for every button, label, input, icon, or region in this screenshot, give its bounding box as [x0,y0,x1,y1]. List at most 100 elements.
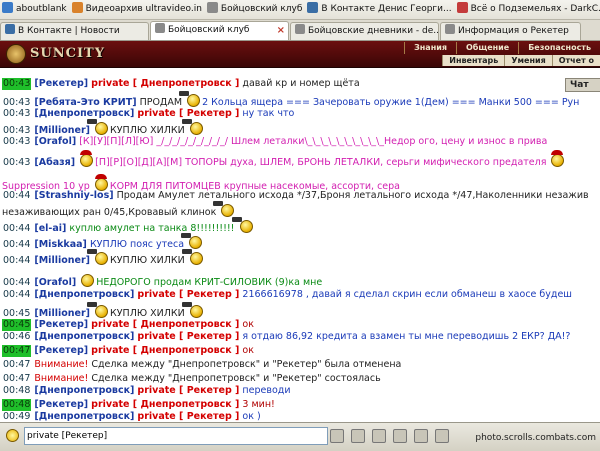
sound-icon[interactable] [435,429,449,443]
chat-timestamp[interactable]: 00:46 [2,331,31,343]
chat-tab[interactable]: Чат [565,78,600,92]
chat-line: 00:43 [Рекетер] private [ Днепропетровск … [2,78,360,90]
private-tag[interactable]: private [ Днепропетровск ] [91,78,239,89]
chat-input[interactable]: private [Рекетер] [24,427,328,445]
chat-message: Сделка между "Днепропетровск" и "Рекетер… [91,373,381,384]
browser-tab[interactable]: Бойцовский клуб × [150,21,289,40]
chat-nick[interactable]: [Ребята-Это КРИТ] [34,97,136,108]
private-tag[interactable]: private [ Днепропетровск ] [91,399,239,410]
suncity-logo[interactable]: SUNCITY [4,43,124,65]
chat-nick[interactable]: [Strashniy-los] [34,190,113,201]
chat-timestamp[interactable]: 00:45 [2,319,32,331]
chat-message: ок ) [242,411,261,422]
close-tab-icon[interactable]: × [277,22,285,39]
chat-line: 00:47 Внимание! Сделка между "Днепропетро… [2,373,381,385]
chat-timestamp[interactable]: 00:44 [2,239,31,251]
chat-nick[interactable]: [Рекетер] [34,345,88,356]
smiley-icon [81,274,95,287]
private-tag[interactable]: private [ Днепропетровск ] [91,319,239,330]
logo-text: SUNCITY [30,46,105,61]
chat-timestamp[interactable]: 00:48 [2,399,32,411]
private-tag[interactable]: private [ Рекетер ] [137,108,239,119]
browser-tab[interactable]: В Контакте | Новости [0,22,149,40]
chat-timestamp[interactable]: 00:43 [2,78,32,90]
chat-nick[interactable]: [Millioner] [34,308,90,319]
chat-nick[interactable]: [Днепропетровск] [34,108,134,119]
chat-line: 00:44 [Orafol] НЕДОРОГО продам КРИТ-СИЛОВ… [2,274,322,289]
browser-tab[interactable]: Информация о Рекетер [440,22,581,40]
chat-message: давай кр и номер щёта [242,78,360,89]
chat-nick[interactable]: [Рекетер] [34,399,88,410]
chat-nick[interactable]: [Orafol] [34,277,76,288]
clear-icon[interactable] [351,429,365,443]
bookmark-label: Бойцовский клуб [220,4,303,14]
bookmark-item[interactable]: aboutblank [0,0,70,19]
chat-timestamp[interactable]: 00:48 [2,385,31,397]
menu-item[interactable]: Безопасность [518,42,600,54]
chat-timestamp[interactable]: 00:44 [2,223,31,235]
chat-line: 00:43 [Ребята-Это КРИТ] ПРОДАМ 2 Кольца я… [2,91,580,109]
smiley-icon [87,302,109,318]
private-tag[interactable]: private [ Рекетер ] [137,411,239,422]
menu-item[interactable]: Общение [455,42,518,54]
chat-nick[interactable]: [Днепропетровск] [34,331,134,342]
tab-bar: В Контакте | Новости Бойцовский клуб × Бойц… [0,20,600,41]
chat-timestamp[interactable]: 00:43 [2,136,31,148]
chat-line: 00:48 [Рекетер] private [ Днепропетровск … [2,399,275,411]
menu-item[interactable]: Инвентарь [442,55,504,66]
menu-item[interactable]: Отчет о [551,55,600,66]
private-tag[interactable]: private [ Рекетер ] [137,331,239,342]
chat-nick[interactable]: [Абазя] [34,157,75,168]
chat-nick[interactable]: [Millioner] [34,125,90,136]
chat-timestamp[interactable]: 00:43 [2,157,31,169]
chat-nick[interactable]: [Рекетер] [34,78,88,89]
filter-icon[interactable] [393,429,407,443]
bookmark-item[interactable]: Видеоархив ultravideo.in [70,0,205,19]
chat-nick[interactable]: [Millioner] [34,255,90,266]
chat-message: [П][Р][О][Д][А][М] ТОПОРЫ духа, ШЛЕМ, БР… [95,157,547,168]
bookmark-item[interactable]: Бойцовский клуб [205,0,305,19]
chat-message: КУПЛЮ пояс утеса [89,239,185,250]
bookmark-item[interactable]: Всё о Подземельях - DarkC... [455,0,600,19]
chat-nick[interactable]: [Днепропетровск] [34,289,134,300]
chat-timestamp[interactable]: 00:44 [2,277,31,289]
logo-emblem-icon [6,44,26,64]
chat-timestamp[interactable]: 00:44 [2,255,31,267]
private-tag[interactable]: private [ Рекетер ] [137,289,239,300]
chat-message: КУПЛЮ ХИЛКИ [110,308,185,319]
menu-item[interactable]: Знания [404,42,456,54]
chat-panel: Чат 00:43 [Рекетер] private [ Днепропетро… [0,68,600,422]
chat-timestamp[interactable]: 00:44 [2,190,31,202]
chat-message: [К][У][П][Л][Ю] _/_/_/_/_/_/_/_/_/ Шлем … [79,136,548,147]
chat-line: 00:45 [Millioner] КУПЛЮ ХИЛКИ [2,302,205,320]
chat-message: 2 Кольца ящера === Зачеровать оружие 1(Д… [202,97,580,108]
private-icon[interactable] [372,429,386,443]
smiley-icon [181,302,203,318]
bookmark-label: В Контакте Денис Георги... [321,4,452,14]
chat-message: 3 мин! [242,399,275,410]
chat-line: 00:47 Внимание! Сделка между "Днепропетро… [2,359,401,371]
chat-nick[interactable]: [Днепропетровск] [34,411,134,422]
chat-nick[interactable]: [Днепропетровск] [34,385,134,396]
menu-item[interactable]: Умения [504,55,551,66]
tab-favicon-icon [445,24,455,34]
browser-tab[interactable]: Бойцовские дневники - de... [290,22,439,40]
private-tag[interactable]: private [ Рекетер ] [137,385,239,396]
chat-nick[interactable]: [Orafol] [34,136,76,147]
chat-timestamp[interactable]: 00:47 [2,345,32,357]
chat-timestamp[interactable]: 00:44 [2,289,31,301]
chat-nick[interactable]: [Miskkaa] [34,239,87,250]
smiley-icon[interactable] [6,429,19,442]
chat-nick[interactable]: [Рекетер] [34,319,88,330]
chat-nick[interactable]: [el-ai] [34,223,66,234]
chat-timestamp[interactable]: 00:47 [2,359,31,371]
private-tag[interactable]: private [ Днепропетровск ] [91,345,239,356]
chat-line: 00:47 [Рекетер] private [ Днепропетровск … [2,345,254,357]
bookmark-item[interactable]: В Контакте Денис Георги... [305,0,454,19]
chat-timestamp[interactable]: 00:43 [2,108,31,120]
send-icon[interactable] [330,429,344,443]
smiley-icon [87,119,109,135]
chat-timestamp[interactable]: 00:47 [2,373,31,385]
menu-top-row: Знания Общение Безопасность [404,42,600,54]
settings-icon[interactable] [414,429,428,443]
